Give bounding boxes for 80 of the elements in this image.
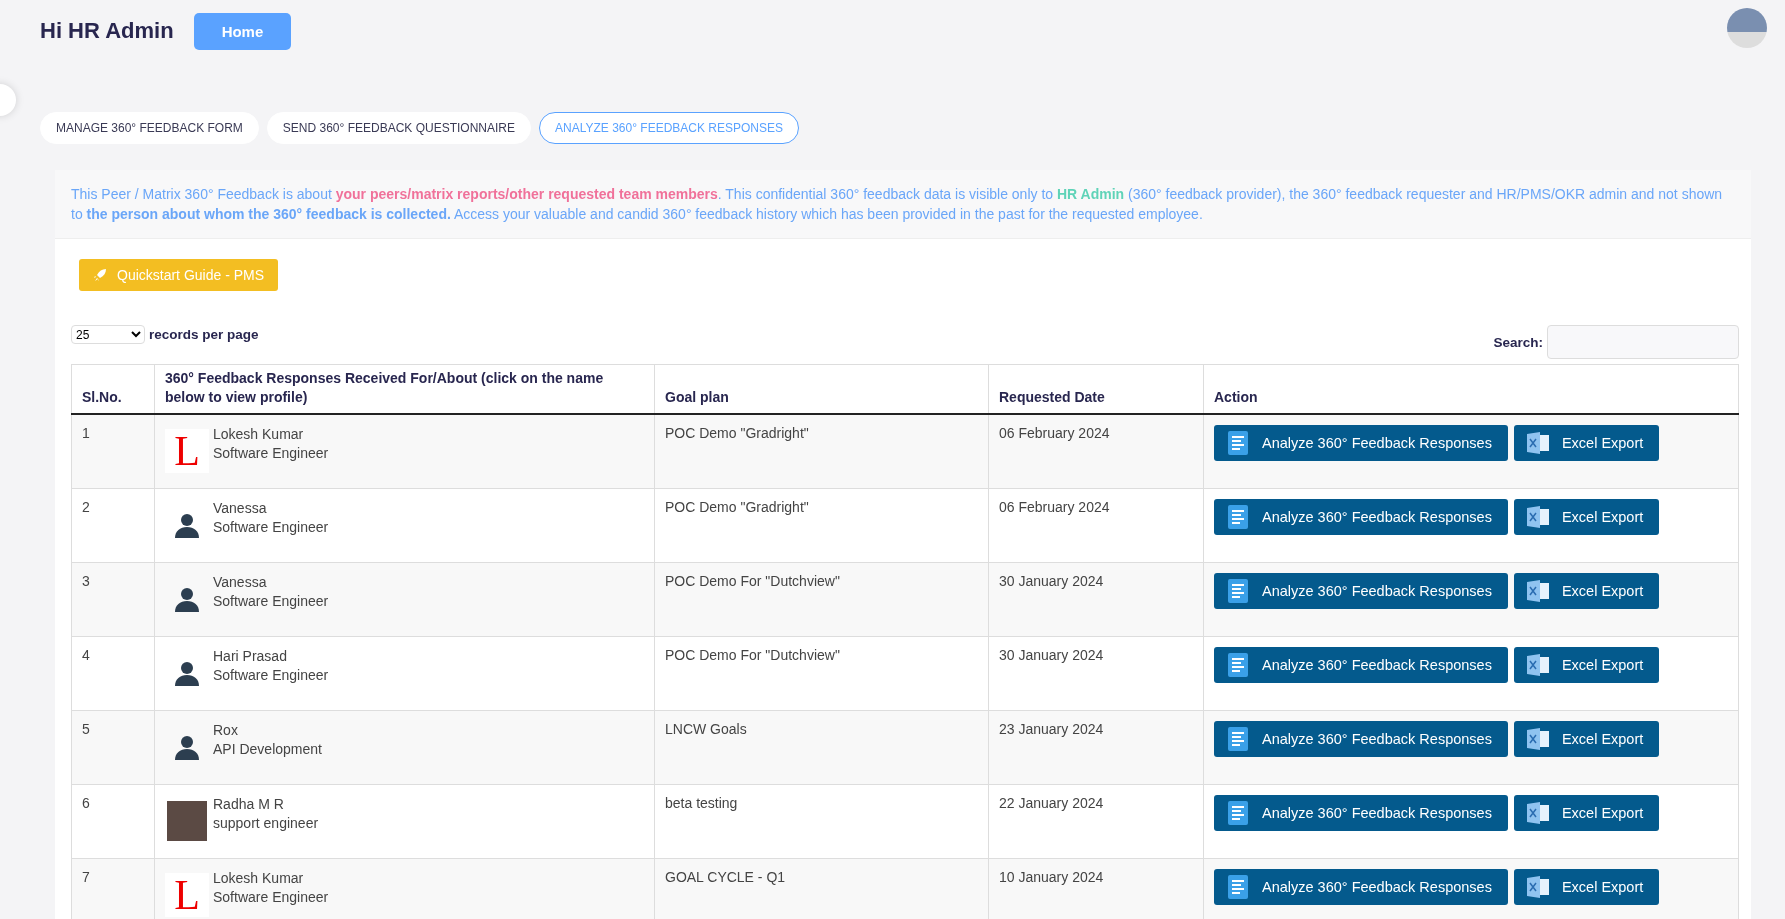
excel-export-button[interactable]: Excel Export	[1513, 721, 1660, 757]
excel-export-button[interactable]: Excel Export	[1513, 795, 1660, 831]
table-cell: 22 January 2024	[988, 784, 1204, 859]
page-size-label: records per page	[149, 327, 259, 342]
table-cell: 7	[71, 858, 155, 919]
page-size-select[interactable]: 25	[71, 325, 145, 344]
employee-role: API Development	[213, 740, 322, 759]
employee-role: Software Engineer	[213, 592, 329, 611]
excel-export-button[interactable]: Excel Export	[1513, 869, 1660, 905]
employee-role: support engineer	[213, 814, 319, 833]
analyze-button[interactable]: Analyze 360° Feedback Responses	[1214, 573, 1508, 609]
table-cell: GOAL CYCLE - Q1	[654, 858, 989, 919]
employee-name[interactable]: Radha M R	[213, 795, 319, 814]
document-icon	[1226, 800, 1250, 826]
table-cell: 2	[71, 488, 155, 563]
tab[interactable]: MANAGE 360° FEEDBACK FORM	[40, 112, 259, 144]
analyze-button[interactable]: Analyze 360° Feedback Responses	[1214, 499, 1508, 535]
photo-placeholder	[167, 801, 207, 841]
table-cell: POC Demo "Gradright"	[654, 414, 989, 489]
table-cell: beta testing	[654, 784, 989, 859]
table-cell: 30 January 2024	[988, 636, 1204, 711]
table-cell: 3	[71, 562, 155, 637]
employee-role: Software Engineer	[213, 888, 329, 907]
employee-name[interactable]: Rox	[213, 721, 322, 740]
spreadsheet-icon	[1525, 727, 1550, 751]
user-avatar[interactable]	[1727, 8, 1767, 48]
person-icon	[173, 733, 201, 761]
analyze-button[interactable]: Analyze 360° Feedback Responses	[1214, 721, 1508, 757]
table-cell: 06 February 2024	[988, 414, 1204, 489]
document-icon	[1226, 652, 1250, 678]
tab[interactable]: SEND 360° FEEDBACK QUESTIONNAIRE	[266, 112, 532, 144]
table-cell: POC Demo "Gradright"	[654, 488, 989, 563]
table-cell: 1	[71, 414, 155, 489]
table-cell: POC Demo For "Dutchview"	[654, 562, 989, 637]
spreadsheet-icon	[1525, 875, 1550, 899]
search-label: Search:	[1493, 334, 1543, 350]
employee-name[interactable]: Vanessa	[213, 573, 329, 592]
search-field[interactable]	[1547, 325, 1739, 359]
table-cell: 10 January 2024	[988, 858, 1204, 919]
employee-role: Software Engineer	[213, 518, 329, 537]
info-text: This Peer / Matrix 360° Feedback is about your peers/matrix reports/other requested team members. This confidential 360° feedback data is visible only to HR Admin (360° feedback provider), the 360° feedback requester and HR/PMS/OKR admin and not shown to the person about whom the 360° feedback is collected. Access your valuable and candid 360° feedback history which has been provided in the past for the requested employee.	[55, 170, 1751, 239]
document-icon	[1226, 504, 1250, 530]
table-cell: LNCW Goals	[654, 710, 989, 785]
table-cell: 6	[71, 784, 155, 859]
document-icon	[1226, 726, 1250, 752]
spreadsheet-icon	[1525, 505, 1550, 529]
excel-export-button[interactable]: Excel Export	[1513, 425, 1660, 461]
employee-role: Software Engineer	[213, 444, 329, 463]
employee-name[interactable]: Lokesh Kumar	[213, 869, 329, 888]
spreadsheet-icon	[1525, 801, 1550, 825]
rocket-icon	[93, 268, 107, 282]
analyze-button[interactable]: Analyze 360° Feedback Responses	[1214, 425, 1508, 461]
excel-export-button[interactable]: Excel Export	[1513, 573, 1660, 609]
spreadsheet-icon	[1525, 653, 1550, 677]
avatar-letter: L	[165, 873, 209, 917]
document-icon	[1226, 578, 1250, 604]
table-cell: 4	[71, 636, 155, 711]
person-icon	[173, 585, 201, 613]
spreadsheet-icon	[1525, 431, 1550, 455]
employee-role: Software Engineer	[213, 666, 329, 685]
analyze-button[interactable]: Analyze 360° Feedback Responses	[1214, 795, 1508, 831]
employee-name[interactable]: Vanessa	[213, 499, 329, 518]
avatar-letter: L	[165, 429, 209, 473]
employee-name[interactable]: Hari Prasad	[213, 647, 329, 666]
person-icon	[173, 659, 201, 687]
table-cell: 23 January 2024	[988, 710, 1204, 785]
document-icon	[1226, 874, 1250, 900]
analyze-button[interactable]: Analyze 360° Feedback Responses	[1214, 869, 1508, 905]
table-cell: 5	[71, 710, 155, 785]
excel-export-button[interactable]: Excel Export	[1513, 499, 1660, 535]
employee-name[interactable]: Lokesh Kumar	[213, 425, 329, 444]
table-cell: 30 January 2024	[988, 562, 1204, 637]
analyze-button[interactable]: Analyze 360° Feedback Responses	[1214, 647, 1508, 683]
excel-export-button[interactable]: Excel Export	[1513, 647, 1660, 683]
table-cell: POC Demo For "Dutchview"	[654, 636, 989, 711]
document-icon	[1226, 430, 1250, 456]
person-icon	[173, 511, 201, 539]
table-cell: 06 February 2024	[988, 488, 1204, 563]
spreadsheet-icon	[1525, 579, 1550, 603]
greeting-title: Hi HR Admin	[40, 18, 174, 44]
